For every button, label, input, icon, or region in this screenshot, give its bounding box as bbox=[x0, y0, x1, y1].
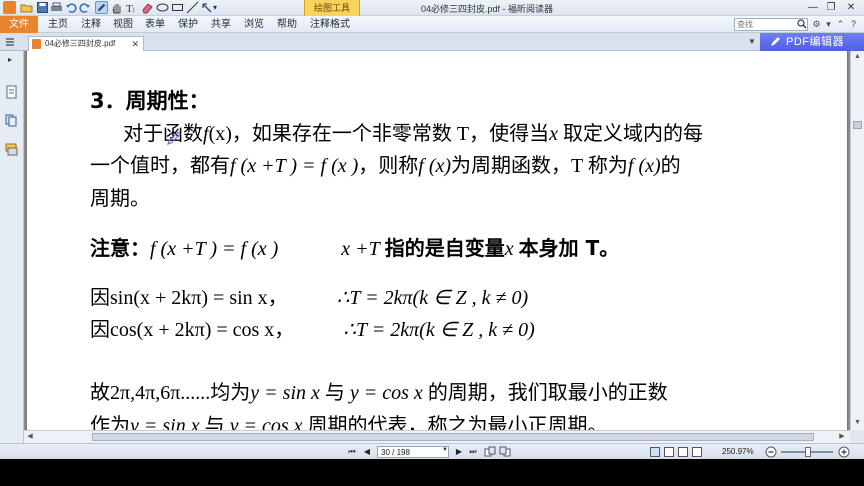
tab-document-label: 04必修三四封皮.pdf bbox=[45, 39, 116, 48]
section-heading: 3．周期性： bbox=[90, 89, 210, 113]
save-icon[interactable] bbox=[36, 1, 49, 14]
cos-period-line: 因cos(x + 2kπ) = cos x， ∴T = 2kπ(k ∈ Z , … bbox=[90, 319, 535, 341]
print-icon[interactable] bbox=[50, 1, 63, 14]
pdf-file-icon bbox=[32, 39, 41, 49]
first-page-icon[interactable]: ⏮ bbox=[346, 446, 358, 458]
app-logo-icon bbox=[3, 1, 16, 14]
menu-browse[interactable]: 浏览 bbox=[244, 16, 264, 33]
menu-help[interactable]: 帮助 bbox=[277, 16, 297, 33]
zoom-level[interactable]: 250.97% bbox=[722, 447, 754, 456]
svg-text:T: T bbox=[126, 3, 133, 14]
minimize-button[interactable]: — bbox=[806, 2, 820, 14]
definition-line-1: 对于函数f(x)，如果存在一个非零常数 T，使得当x 取定义域内的每 bbox=[123, 123, 703, 145]
window-title: 04必修三四封皮.pdf - 福昕阅读器 bbox=[420, 4, 554, 14]
tab-list-icon[interactable] bbox=[5, 37, 15, 47]
line-tool-icon[interactable] bbox=[186, 1, 199, 14]
previous-view-icon[interactable] bbox=[484, 446, 496, 458]
menu-comment-format[interactable]: 注释格式 bbox=[310, 16, 350, 33]
menu-share[interactable]: 共享 bbox=[211, 16, 231, 33]
svg-text:I: I bbox=[133, 8, 135, 14]
vertical-scroll-thumb[interactable] bbox=[853, 121, 862, 129]
page-number-input[interactable] bbox=[377, 446, 449, 458]
pen-tool-icon[interactable] bbox=[95, 1, 108, 14]
ribbon-menu-bar: 文件 主页 注释 视图 表单 保护 共享 浏览 帮助 注释格式 ⚙ ▾ ⌃ ? bbox=[0, 16, 864, 33]
help-icon[interactable]: ? bbox=[848, 19, 859, 30]
facing-view-icon[interactable] bbox=[678, 447, 688, 457]
tab-document[interactable]: 04必修三四封皮.pdf ✕ bbox=[28, 36, 144, 51]
document-tab-bar: 04必修三四封皮.pdf ✕ ▼ bbox=[0, 33, 864, 51]
conclusion-line-1: 故2π,4π,6π......均为y = sin x与y = cos x 的周期，… bbox=[90, 382, 668, 404]
next-page-icon[interactable]: ▶ bbox=[453, 446, 465, 458]
menu-form[interactable]: 表单 bbox=[145, 16, 165, 33]
settings-dropdown-icon[interactable]: ▾ bbox=[823, 19, 834, 30]
pdf-page: 3．周期性： 对于函数f(x)，如果存在一个非零常数 T，使得当x 取定义域内的每… bbox=[26, 51, 848, 430]
typewriter-icon[interactable]: TI bbox=[125, 1, 138, 14]
scroll-left-icon[interactable]: ◀ bbox=[24, 431, 36, 443]
status-bar: ⏮ ◀ ▼ ▶ ⏭ 250.97% bbox=[0, 443, 864, 459]
menu-file[interactable]: 文件 bbox=[0, 16, 38, 33]
zoom-slider-thumb[interactable] bbox=[805, 447, 811, 457]
vertical-scrollbar[interactable]: ▲ ▼ bbox=[850, 51, 864, 430]
menu-view[interactable]: 视图 bbox=[113, 16, 133, 33]
hand-tool-icon[interactable] bbox=[110, 1, 123, 14]
collapse-ribbon-icon[interactable]: ⌃ bbox=[835, 19, 846, 30]
app-window: TI ▾ 绘图工具 04必修三四封皮.pdf - 福昕阅读器 — ❐ ✕ 文件 … bbox=[0, 0, 864, 459]
bookmarks-icon[interactable] bbox=[5, 113, 18, 127]
pdf-editor-icon bbox=[771, 37, 780, 46]
eraser-icon[interactable] bbox=[141, 1, 154, 14]
restore-button[interactable]: ❐ bbox=[824, 2, 838, 14]
expand-panel-icon[interactable]: ▸ bbox=[8, 55, 12, 64]
page-thumbnails-icon[interactable] bbox=[5, 85, 18, 99]
close-button[interactable]: ✕ bbox=[844, 2, 858, 14]
definition-line-3: 周期。 bbox=[90, 188, 150, 210]
previous-page-icon[interactable]: ◀ bbox=[361, 446, 373, 458]
sin-period-line: 因sin(x + 2kπ) = sin x， ∴T = 2kπ(k ∈ Z , … bbox=[90, 287, 529, 309]
comments-panel-icon[interactable] bbox=[5, 142, 18, 156]
navigation-sidebar: ▸ bbox=[0, 51, 24, 443]
settings-gear-icon[interactable]: ⚙ bbox=[811, 19, 822, 30]
zoom-in-icon[interactable] bbox=[838, 446, 850, 458]
pdf-editor-button[interactable]: PDF编辑器 bbox=[760, 33, 864, 51]
redo-icon[interactable] bbox=[78, 1, 91, 14]
arrow-tool-icon[interactable] bbox=[200, 1, 213, 14]
menu-protect[interactable]: 保护 bbox=[178, 16, 198, 33]
single-page-view-icon[interactable] bbox=[650, 447, 660, 457]
horizontal-scroll-thumb[interactable] bbox=[92, 433, 814, 441]
horizontal-scrollbar[interactable]: ◀ ▶ bbox=[24, 430, 850, 443]
continuous-facing-view-icon[interactable] bbox=[692, 447, 702, 457]
ellipse-tool-icon[interactable] bbox=[156, 1, 169, 14]
scroll-right-icon[interactable]: ▶ bbox=[836, 431, 848, 443]
menu-comment[interactable]: 注释 bbox=[81, 16, 101, 33]
pdf-editor-label: PDF编辑器 bbox=[786, 36, 844, 48]
zoom-out-icon[interactable] bbox=[765, 446, 777, 458]
note-line: 注意：f (x +T ) = f (x ) x +T 指的是自变量x 本身加 T。 bbox=[90, 236, 620, 260]
title-bar: TI ▾ 绘图工具 04必修三四封皮.pdf - 福昕阅读器 — ❐ ✕ bbox=[0, 0, 864, 16]
page-dropdown-icon[interactable]: ▼ bbox=[442, 447, 448, 453]
tab-dropdown-icon[interactable]: ▼ bbox=[748, 37, 756, 46]
search-icon[interactable] bbox=[797, 19, 807, 29]
next-view-icon[interactable] bbox=[499, 446, 511, 458]
continuous-view-icon[interactable] bbox=[664, 447, 674, 457]
last-page-icon[interactable]: ⏭ bbox=[467, 446, 479, 458]
pen-cursor-icon bbox=[167, 131, 181, 145]
customize-toolbar-icon[interactable]: ▾ bbox=[213, 1, 226, 14]
context-tab-drawing-tools[interactable]: 绘图工具 bbox=[304, 0, 360, 16]
undo-icon[interactable] bbox=[65, 1, 78, 14]
rectangle-tool-icon[interactable] bbox=[171, 1, 184, 14]
tab-close-icon[interactable]: ✕ bbox=[131, 37, 139, 51]
document-viewport[interactable]: 3．周期性： 对于函数f(x)，如果存在一个非零常数 T，使得当x 取定义域内的每… bbox=[24, 51, 850, 430]
conclusion-line-2: 作为y = sin x与y = cos x 周期的代表，称之为最小正周期。 bbox=[90, 415, 608, 430]
scroll-down-icon[interactable]: ▼ bbox=[851, 417, 864, 429]
scroll-up-icon[interactable]: ▲ bbox=[851, 51, 864, 63]
open-folder-icon[interactable] bbox=[20, 1, 33, 14]
definition-line-2: 一个值时，都有f (x +T ) = f (x )，则称f (x)为周期函数，T… bbox=[90, 155, 681, 177]
menu-home[interactable]: 主页 bbox=[48, 16, 68, 33]
